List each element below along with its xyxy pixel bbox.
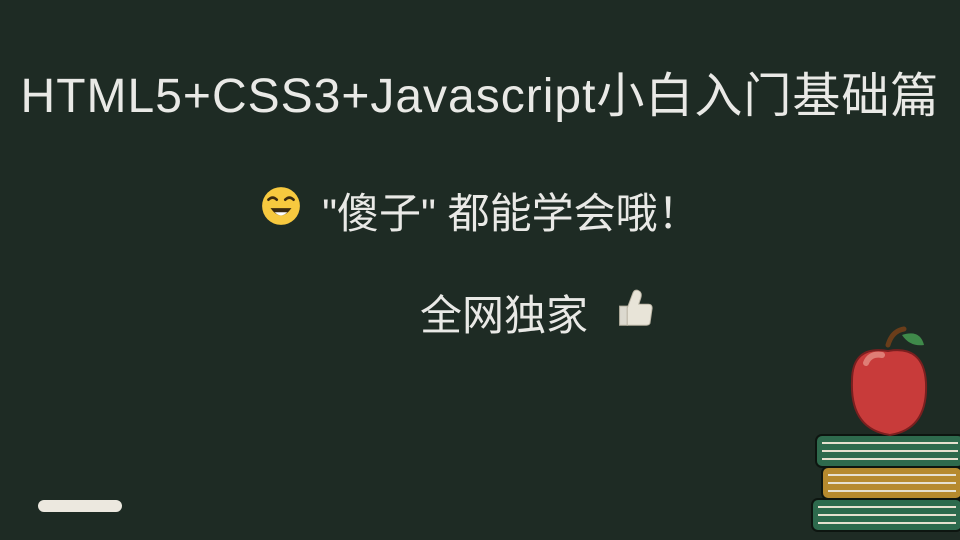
main-title: HTML5+CSS3+Javascript小白入门基础篇 — [0, 56, 960, 126]
subtitle-text: "傻子" 都能学会哦！ — [322, 190, 700, 237]
apple-on-books-icon — [792, 311, 960, 540]
chalkboard-slide: HTML5+CSS3+Javascript小白入门基础篇 "傻子" 都能学会哦！… — [0, 0, 960, 540]
subtitle-row: "傻子" 都能学会哦！ — [0, 180, 960, 241]
chalk-mark — [38, 500, 122, 512]
tagline-row: 全网独家 — [420, 282, 656, 343]
thumbs-up-icon — [610, 285, 656, 341]
tagline-text: 全网独家 — [420, 292, 588, 339]
laughing-face-icon — [260, 185, 302, 237]
